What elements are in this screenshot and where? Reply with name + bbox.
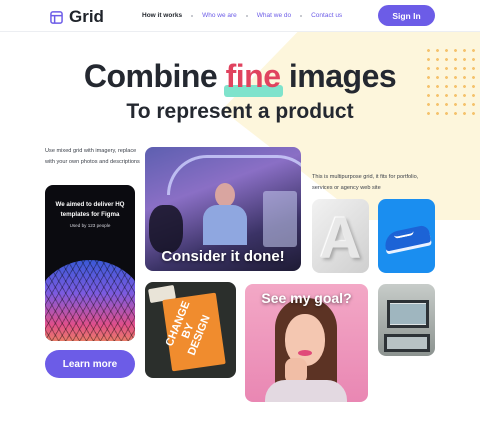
nav-item-what-we-do[interactable]: What we do [257,12,291,19]
book-cover-text: CHANGE BY DESIGN [163,299,213,358]
audience-image [149,205,183,253]
nav-separator [300,14,303,17]
logo-text: Grid [69,7,104,26]
main-menu: How it works Who we are What we do Conta… [142,12,342,19]
promo-card[interactable]: We aimed to deliver HQ templates for Fig… [45,185,135,341]
nav-item-who-we-are[interactable]: Who we are [202,12,237,19]
hero-title-end: images [288,58,397,94]
nav-separator [191,14,194,17]
right-description: This is multipurpose grid, it fits for p… [312,174,419,191]
learn-more-button[interactable]: Learn more [45,350,135,378]
nav-item-how-it-works[interactable]: How it works [142,12,182,19]
letter-a-photo[interactable]: A [312,199,369,273]
book-image: CHANGE BY DESIGN [162,292,226,372]
picture-frame-image [384,334,430,352]
book-photo[interactable]: CHANGE BY DESIGN [145,282,236,378]
meeting-photo[interactable]: Consider it done! [145,147,301,271]
woman-photo[interactable]: See my goal? [245,284,368,402]
sign-in-button[interactable]: Sign In [378,5,435,26]
logo[interactable]: Grid [50,7,104,27]
whiteboard-image [263,191,297,247]
grid-layout-icon [50,10,63,24]
frames-photo[interactable] [378,284,435,356]
hero-title: Combine fine images [0,58,480,95]
sneaker-image [382,224,432,252]
geodesic-dome-image [45,260,135,341]
nav-separator [245,14,248,17]
hero-title-start: Combine [83,58,218,94]
sneaker-photo[interactable] [378,199,435,273]
hero-title-highlight: fine [225,58,281,94]
woman-caption: See my goal? [261,290,352,306]
top-navigation: Grid How it works Who we are What we do … [0,0,480,32]
promo-title: We aimed to deliver HQ templates for Fig… [55,201,125,218]
nav-item-contact-us[interactable]: Contact us [311,12,342,19]
presenter-image [203,183,247,245]
promo-subtitle: Used by 123 people [69,223,111,228]
left-description: Use mixed grid with imagery, replace wit… [45,148,140,165]
letter-a-sculpture: A [319,206,362,271]
hero-subtitle: To represent a product [126,100,354,123]
meeting-caption: Consider it done! [161,248,285,265]
